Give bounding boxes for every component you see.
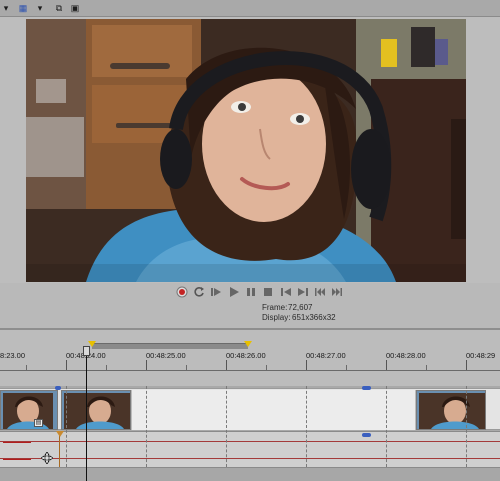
video-preview-frame xyxy=(26,19,466,282)
clip-thumbnail xyxy=(64,393,130,429)
video-track[interactable]: ▤ xyxy=(0,386,500,431)
timecode-label: 00:48:28.00 xyxy=(386,351,426,360)
event-edge-marker-head[interactable] xyxy=(56,431,64,437)
grid-line xyxy=(146,386,147,467)
go-to-end-icon xyxy=(298,288,308,296)
next-frame-button[interactable] xyxy=(331,286,343,298)
frame-row: Frame: 72,607 xyxy=(262,303,336,313)
timecode-label: 00:48:25.00 xyxy=(146,351,186,360)
timecode-label: 00:48:29 xyxy=(466,351,496,360)
timecode-label: 8:23.00 xyxy=(0,351,26,360)
audio-waveform xyxy=(3,459,31,460)
ruler-baseline xyxy=(0,370,500,371)
transport-controls xyxy=(0,283,500,301)
dropdown-arrow-icon[interactable]: ▾ xyxy=(2,2,10,14)
stop-button[interactable] xyxy=(262,286,274,298)
loop-playback-button[interactable] xyxy=(193,286,205,298)
ruler-tick xyxy=(466,360,467,370)
timeline-ruler[interactable]: 8:23.00 00:48:24.00 00:48:25.00 00:48:26… xyxy=(0,330,500,386)
timecode-label: 00:48:27.00 xyxy=(306,351,346,360)
frame-info: Frame: 72,607 Display: 651x366x32 xyxy=(262,303,336,323)
go-to-start-icon xyxy=(281,288,291,296)
go-to-end-button[interactable] xyxy=(297,286,309,298)
display-row: Display: 651x366x32 xyxy=(262,313,336,323)
fade-handle-icon[interactable] xyxy=(55,386,61,390)
record-button[interactable] xyxy=(176,286,188,298)
playhead-handle[interactable] xyxy=(83,346,90,356)
ruler-tick xyxy=(146,360,147,370)
audio-waveform xyxy=(3,442,31,443)
volume-envelope-line[interactable] xyxy=(0,441,500,442)
copy-icon[interactable]: ⧉ xyxy=(54,2,64,14)
go-to-start-button[interactable] xyxy=(280,286,292,298)
clip-fx-icon[interactable]: ▤ xyxy=(34,419,43,427)
frame-value: 72,607 xyxy=(288,303,313,312)
display-label: Display: xyxy=(262,313,291,322)
video-clip[interactable] xyxy=(416,390,486,430)
frame-label: Frame: xyxy=(262,303,288,312)
clip-thumbnail xyxy=(3,393,53,429)
preview-toolbar: ▾ ▦ ▾ ⧉ ▣ xyxy=(0,0,500,17)
clip-thumbnail xyxy=(419,393,485,429)
play-from-start-icon xyxy=(211,288,221,296)
stop-icon xyxy=(264,288,272,296)
video-clip[interactable]: ▤ xyxy=(0,390,58,430)
previous-frame-button[interactable] xyxy=(314,286,326,298)
video-clip[interactable] xyxy=(61,390,131,430)
volume-envelope-line[interactable] xyxy=(0,458,500,459)
play-button[interactable] xyxy=(228,286,240,298)
fade-handle-icon[interactable] xyxy=(362,386,371,390)
play-from-start-button[interactable] xyxy=(210,286,222,298)
grid-line xyxy=(306,386,307,467)
video-track-lane[interactable]: ▤ xyxy=(0,388,500,430)
dropdown-arrow-icon[interactable]: ▾ xyxy=(36,2,44,14)
timecode-label: 00:48:26.00 xyxy=(226,351,266,360)
previous-frame-icon xyxy=(315,288,325,296)
loop-region-bar[interactable] xyxy=(92,343,248,349)
grid-line xyxy=(386,386,387,467)
grid-line xyxy=(226,386,227,467)
pause-icon xyxy=(247,288,255,296)
ruler-tick xyxy=(66,360,67,370)
grid-line xyxy=(466,386,467,467)
track-gap[interactable] xyxy=(131,390,416,430)
timeline-scrollbar[interactable] xyxy=(0,467,500,481)
move-cursor-icon xyxy=(41,452,53,464)
grid-line xyxy=(66,386,67,467)
audio-track[interactable] xyxy=(0,431,500,467)
play-icon xyxy=(230,287,239,297)
loop-icon xyxy=(194,287,204,297)
fade-handle-icon[interactable] xyxy=(362,433,371,437)
playhead-line[interactable] xyxy=(86,350,87,481)
ruler-tick xyxy=(386,360,387,370)
ruler-tick xyxy=(306,360,307,370)
display-value: 651x366x32 xyxy=(292,313,336,322)
pause-button[interactable] xyxy=(245,286,257,298)
loop-end-marker[interactable] xyxy=(244,341,252,347)
ruler-tick xyxy=(226,360,227,370)
save-icon[interactable]: ▣ xyxy=(70,2,80,14)
next-frame-icon xyxy=(332,288,342,296)
grid-icon[interactable]: ▦ xyxy=(18,2,28,14)
record-icon xyxy=(176,286,188,298)
